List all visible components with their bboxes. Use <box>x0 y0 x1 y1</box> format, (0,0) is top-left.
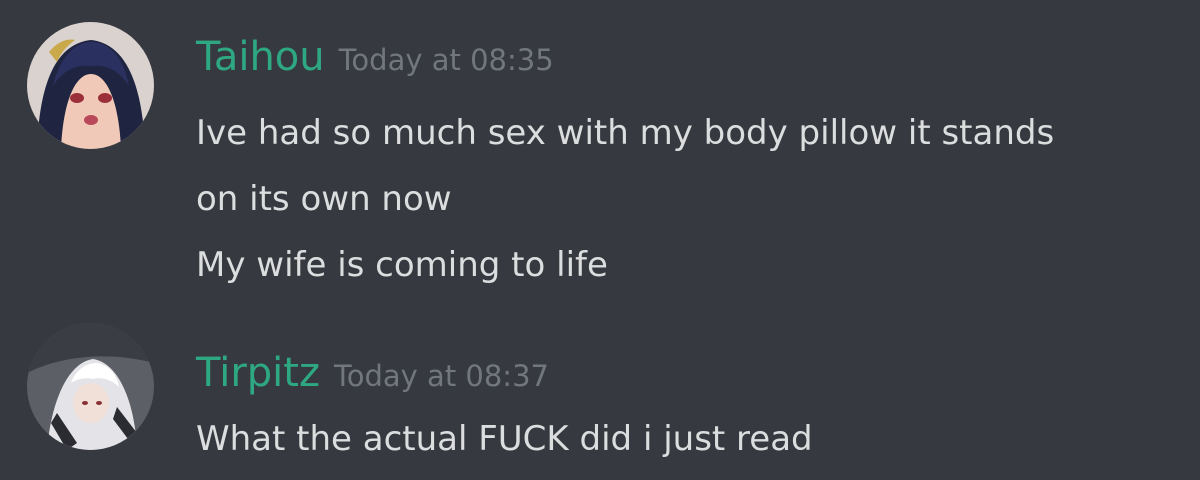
message-header: Tirpitz Today at 08:37 <box>196 342 549 407</box>
username[interactable]: Tirpitz <box>196 350 320 396</box>
message-line: My wife is coming to life <box>196 245 608 285</box>
user-avatar[interactable] <box>27 22 154 149</box>
timestamp: Today at 08:35 <box>338 43 554 77</box>
user-avatar[interactable] <box>27 323 154 450</box>
anime-girl-avatar-icon <box>27 22 154 149</box>
username[interactable]: Taihou <box>196 34 325 80</box>
message-line: Ive had so much sex with my body pillow … <box>196 113 1055 153</box>
message-header: Taihou Today at 08:35 <box>196 26 554 91</box>
anime-girl-avatar-icon <box>27 323 154 450</box>
timestamp: Today at 08:37 <box>333 359 549 393</box>
message-line: What the actual FUCK did i just read <box>196 419 813 459</box>
chat-messages: Taihou Today at 08:35 Ive had so much sex… <box>0 0 1200 480</box>
message-line: on its own now <box>196 179 452 219</box>
message-content: What the actual FUCK did i just read <box>196 406 813 472</box>
message-content: Ive had so much sex with my body pillow … <box>196 100 1054 298</box>
